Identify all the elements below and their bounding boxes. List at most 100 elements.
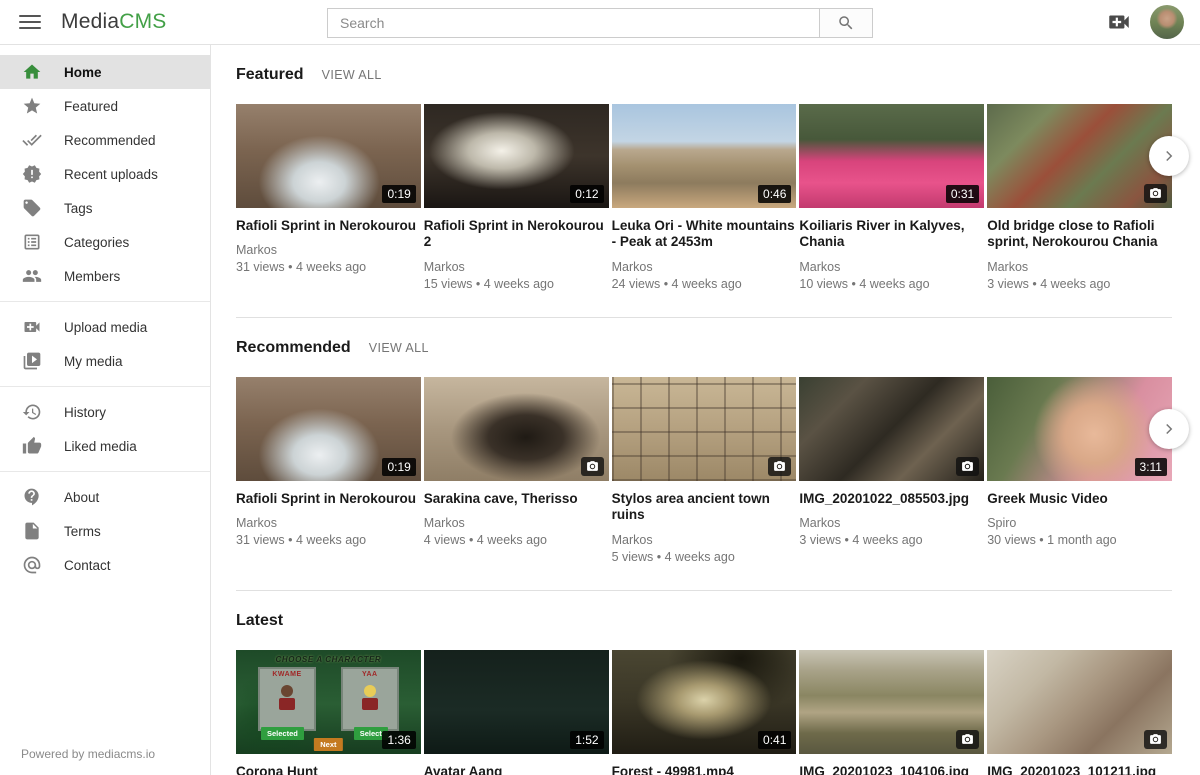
sidebar-divider bbox=[0, 471, 210, 472]
media-title[interactable]: Rafioli Sprint in Nerokourou 2 bbox=[424, 218, 609, 251]
sidebar-item-about[interactable]: About bbox=[0, 480, 210, 514]
media-card[interactable]: 3:11 Greek Music Video Spiro 30 views • … bbox=[987, 377, 1172, 564]
media-cards-row: 0:19 Rafioli Sprint in Nerokourou Markos… bbox=[236, 377, 1172, 564]
duration-badge: 0:19 bbox=[382, 185, 415, 203]
media-author[interactable]: Markos bbox=[799, 516, 984, 530]
sidebar-item-tags[interactable]: Tags bbox=[0, 191, 210, 225]
sidebar-item-home[interactable]: Home bbox=[0, 55, 210, 89]
media-card[interactable]: 1:52 Avatar Aang Dickson Jr. 12 views • … bbox=[424, 650, 609, 775]
media-author[interactable]: Markos bbox=[236, 516, 421, 530]
media-card[interactable]: IMG_20201022_085503.jpg Markos 3 views •… bbox=[799, 377, 984, 564]
media-title[interactable]: IMG_20201023_104106.jpg bbox=[799, 764, 984, 775]
media-author[interactable]: Markos bbox=[236, 243, 421, 257]
game-next-chip: Next bbox=[314, 738, 342, 751]
media-title[interactable]: Leuka Ori - White mountains - Peak at 24… bbox=[612, 218, 797, 251]
media-card[interactable]: 0:46 Leuka Ori - White mountains - Peak … bbox=[612, 104, 797, 291]
media-author[interactable]: Markos bbox=[612, 533, 797, 547]
media-title[interactable]: Old bridge close to Rafioli sprint, Nero… bbox=[987, 218, 1172, 251]
view-all-link[interactable]: VIEW ALL bbox=[369, 341, 429, 355]
hamburger-menu-icon[interactable] bbox=[19, 15, 41, 29]
media-title[interactable]: Koiliaris River in Kalyves, Chania bbox=[799, 218, 984, 251]
media-card[interactable]: Sarakina cave, Therisso Markos 4 views •… bbox=[424, 377, 609, 564]
media-card[interactable]: Old bridge close to Rafioli sprint, Nero… bbox=[987, 104, 1172, 291]
media-author[interactable]: Spiro bbox=[987, 516, 1172, 530]
media-thumbnail[interactable] bbox=[987, 650, 1172, 754]
media-meta: 31 views • 4 weeks ago bbox=[236, 260, 421, 274]
media-title[interactable]: Stylos area ancient town ruins bbox=[612, 491, 797, 524]
sidebar-item-categories[interactable]: Categories bbox=[0, 225, 210, 259]
search-icon bbox=[837, 14, 855, 32]
media-thumbnail[interactable] bbox=[987, 104, 1172, 208]
media-author[interactable]: Markos bbox=[424, 260, 609, 274]
media-thumbnail[interactable]: 3:11 bbox=[987, 377, 1172, 481]
media-card[interactable]: 0:41 Forest - 49981.mp4 test 17 views • … bbox=[612, 650, 797, 775]
upload-media-icon[interactable] bbox=[1106, 9, 1132, 35]
media-thumbnail[interactable]: 0:41 bbox=[612, 650, 797, 754]
media-thumbnail[interactable]: 0:46 bbox=[612, 104, 797, 208]
media-author[interactable]: Markos bbox=[987, 260, 1172, 274]
media-author[interactable]: Markos bbox=[424, 516, 609, 530]
media-title[interactable]: Rafioli Sprint in Nerokourou bbox=[236, 491, 421, 507]
media-title[interactable]: Corona Hunt bbox=[236, 764, 421, 775]
history-icon bbox=[21, 401, 43, 423]
media-card[interactable]: 0:19 Rafioli Sprint in Nerokourou Markos… bbox=[236, 377, 421, 564]
carousel-next-button[interactable] bbox=[1149, 409, 1189, 449]
media-thumbnail[interactable]: 0:19 bbox=[236, 377, 421, 481]
media-card[interactable]: 0:31 Koiliaris River in Kalyves, Chania … bbox=[799, 104, 984, 291]
sidebar: Home Featured Recommended Recent uploads… bbox=[0, 45, 211, 775]
media-author[interactable]: Markos bbox=[799, 260, 984, 274]
media-thumbnail[interactable] bbox=[612, 377, 797, 481]
media-card[interactable]: CHOOSE A CHARACTER KWAME YAA Selected Ne… bbox=[236, 650, 421, 775]
media-title[interactable]: Rafioli Sprint in Nerokourou bbox=[236, 218, 421, 234]
sidebar-item-label: Recent uploads bbox=[64, 167, 158, 182]
media-cards-row: CHOOSE A CHARACTER KWAME YAA Selected Ne… bbox=[236, 650, 1172, 775]
at-sign-icon bbox=[21, 554, 43, 576]
media-card[interactable]: 0:19 Rafioli Sprint in Nerokourou Markos… bbox=[236, 104, 421, 291]
sidebar-item-members[interactable]: Members bbox=[0, 259, 210, 293]
view-all-link[interactable]: VIEW ALL bbox=[322, 68, 382, 82]
media-title[interactable]: Greek Music Video bbox=[987, 491, 1172, 507]
sidebar-item-my-media[interactable]: My media bbox=[0, 344, 210, 378]
game-character-panel-left: KWAME bbox=[258, 667, 316, 731]
media-card[interactable]: 0:12 Rafioli Sprint in Nerokourou 2 Mark… bbox=[424, 104, 609, 291]
sidebar-item-recommended[interactable]: Recommended bbox=[0, 123, 210, 157]
media-meta: 3 views • 4 weeks ago bbox=[799, 533, 984, 547]
media-thumbnail[interactable]: 0:12 bbox=[424, 104, 609, 208]
sidebar-item-featured[interactable]: Featured bbox=[0, 89, 210, 123]
search-button[interactable] bbox=[819, 8, 873, 38]
media-title[interactable]: IMG_20201022_085503.jpg bbox=[799, 491, 984, 507]
sidebar-item-contact[interactable]: Contact bbox=[0, 548, 210, 582]
media-card[interactable]: IMG_20201023_104106.jpg Markos 4 views •… bbox=[799, 650, 984, 775]
sidebar-item-label: Recommended bbox=[64, 133, 156, 148]
user-avatar[interactable] bbox=[1150, 5, 1184, 39]
media-thumbnail[interactable] bbox=[799, 650, 984, 754]
media-card[interactable]: IMG_20201023_101211.jpg Markos 4 views •… bbox=[987, 650, 1172, 775]
media-thumbnail[interactable]: 0:31 bbox=[799, 104, 984, 208]
duration-badge: 1:52 bbox=[570, 731, 603, 749]
section-header: Latest bbox=[236, 612, 1172, 630]
media-thumbnail[interactable] bbox=[799, 377, 984, 481]
sidebar-item-recent-uploads[interactable]: Recent uploads bbox=[0, 157, 210, 191]
main-content: Featured VIEW ALL 0:19 Rafioli Sprint in… bbox=[211, 45, 1200, 775]
sidebar-item-liked-media[interactable]: Liked media bbox=[0, 429, 210, 463]
sidebar-item-upload-media[interactable]: Upload media bbox=[0, 310, 210, 344]
media-thumbnail[interactable]: 0:19 bbox=[236, 104, 421, 208]
media-author[interactable]: Markos bbox=[612, 260, 797, 274]
media-thumbnail[interactable]: 1:52 bbox=[424, 650, 609, 754]
carousel-next-button[interactable] bbox=[1149, 136, 1189, 176]
header-actions bbox=[1106, 5, 1184, 39]
media-title[interactable]: Avatar Aang bbox=[424, 764, 609, 775]
sidebar-item-history[interactable]: History bbox=[0, 395, 210, 429]
media-title[interactable]: Forest - 49981.mp4 bbox=[612, 764, 797, 775]
tag-icon bbox=[21, 197, 43, 219]
media-meta: 5 views • 4 weeks ago bbox=[612, 550, 797, 564]
media-title[interactable]: IMG_20201023_101211.jpg bbox=[987, 764, 1172, 775]
sidebar-item-label: Home bbox=[64, 65, 102, 80]
media-thumbnail[interactable]: CHOOSE A CHARACTER KWAME YAA Selected Ne… bbox=[236, 650, 421, 754]
media-card[interactable]: Stylos area ancient town ruins Markos 5 … bbox=[612, 377, 797, 564]
media-thumbnail[interactable] bbox=[424, 377, 609, 481]
sidebar-item-terms[interactable]: Terms bbox=[0, 514, 210, 548]
search-input[interactable] bbox=[327, 8, 819, 38]
logo[interactable]: MediaCMS bbox=[61, 10, 166, 34]
media-title[interactable]: Sarakina cave, Therisso bbox=[424, 491, 609, 507]
